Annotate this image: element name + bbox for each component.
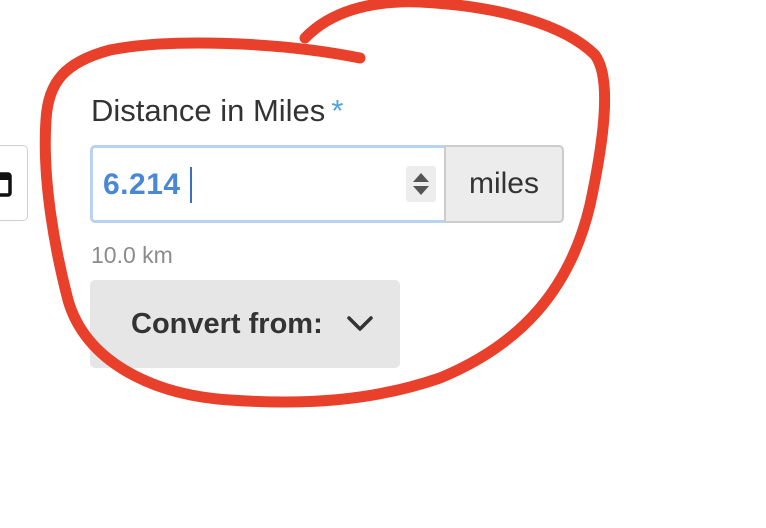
distance-input-value: 6.214 [103,168,181,201]
calendar-button[interactable] [0,145,28,221]
convert-from-dropdown[interactable]: Convert from: [90,280,400,368]
field-label: Distance in Miles * [91,90,343,132]
spinner-up-icon[interactable] [413,173,429,182]
distance-input-group: 6.214 miles [90,145,564,223]
distance-input[interactable]: 6.214 [90,145,444,223]
calendar-icon [0,172,12,197]
text-cursor [190,167,192,203]
number-spinner-icon[interactable] [406,166,436,202]
chevron-down-icon [346,316,373,331]
unit-addon: miles [444,145,564,223]
spinner-down-icon[interactable] [413,186,429,195]
required-indicator: * [331,93,344,128]
conversion-helper-text: 10.0 km [91,242,173,268]
field-label-text: Distance in Miles [91,93,326,128]
convert-from-label: Convert from: [131,307,323,340]
